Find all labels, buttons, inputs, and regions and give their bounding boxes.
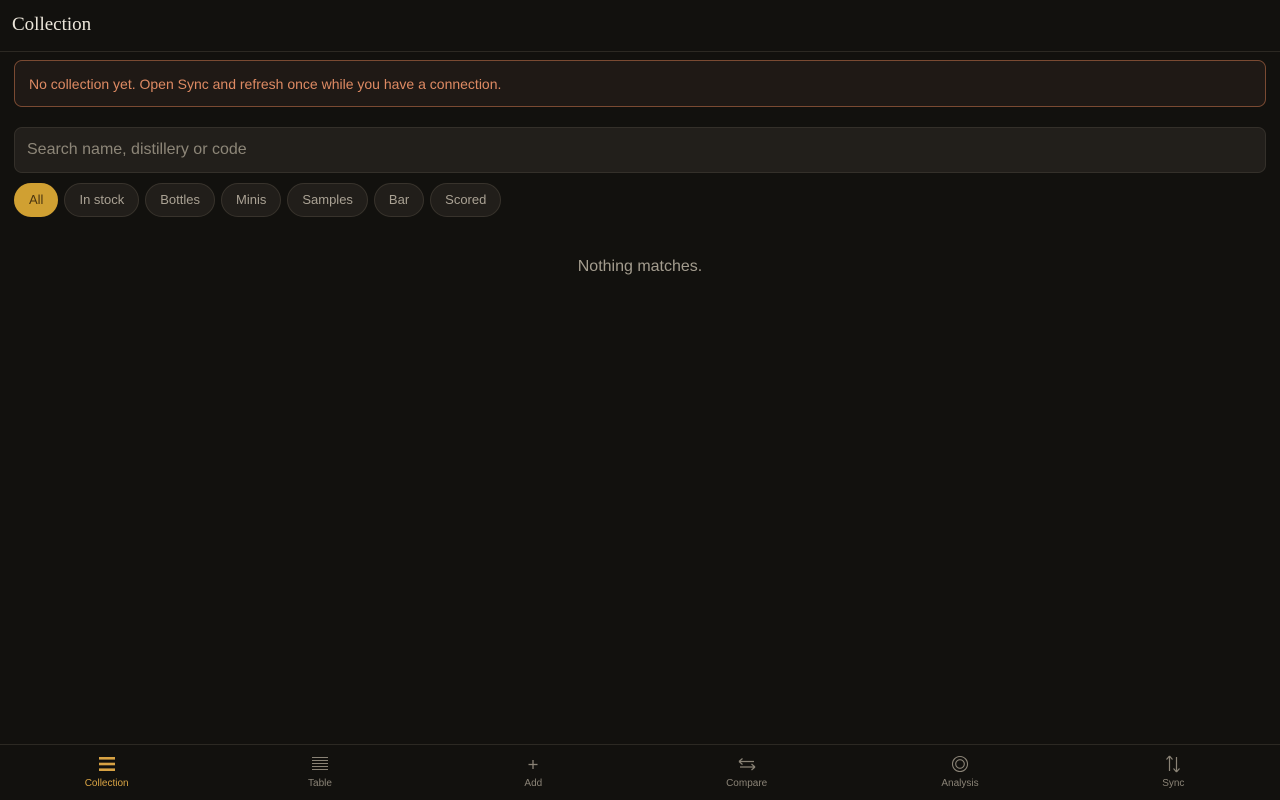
search-input[interactable] — [14, 127, 1266, 173]
app-header: Collection — [0, 0, 1280, 52]
filter-chip-in-stock[interactable]: In stock — [64, 183, 140, 217]
nav-sync[interactable]: Sync — [1067, 745, 1280, 800]
nav-collection[interactable]: Collection — [0, 745, 213, 800]
nav-label-analysis: Analysis — [941, 778, 979, 789]
empty-state-message: Nothing matches. — [577, 258, 703, 275]
nav-table[interactable]: Table — [213, 745, 426, 800]
nav-label-table: Table — [308, 778, 332, 789]
sync-arrows-icon — [1161, 753, 1185, 775]
filter-chip-samples[interactable]: Samples — [287, 183, 368, 217]
bottom-nav: Collection Table Add Compare Analysis Sy… — [0, 744, 1280, 800]
nav-analysis[interactable]: Analysis — [853, 745, 1066, 800]
filter-chip-minis[interactable]: Minis — [221, 183, 282, 217]
target-icon — [948, 753, 972, 775]
plus-icon — [521, 753, 545, 775]
filter-chip-scored[interactable]: Scored — [430, 183, 502, 217]
nav-label-compare: Compare — [726, 778, 768, 789]
swap-arrows-icon — [735, 753, 759, 775]
nav-label-add: Add — [524, 778, 543, 789]
filter-chips: All In stock Bottles Minis Samples Bar S… — [14, 183, 502, 217]
filter-chip-bar[interactable]: Bar — [373, 183, 425, 217]
no-collection-banner: No collection yet. Open Sync and refresh… — [14, 60, 1266, 107]
nav-compare[interactable]: Compare — [640, 745, 853, 800]
filter-chip-bottles[interactable]: Bottles — [145, 183, 215, 217]
nav-add[interactable]: Add — [427, 745, 640, 800]
nav-label-collection: Collection — [84, 778, 129, 789]
table-icon — [308, 753, 332, 775]
filter-chip-all[interactable]: All — [14, 183, 59, 217]
page-title: Collection — [12, 14, 92, 35]
nav-label-sync: Sync — [1162, 778, 1185, 789]
list-icon — [95, 753, 119, 775]
banner-message: No collection yet. Open Sync and refresh… — [29, 76, 502, 92]
